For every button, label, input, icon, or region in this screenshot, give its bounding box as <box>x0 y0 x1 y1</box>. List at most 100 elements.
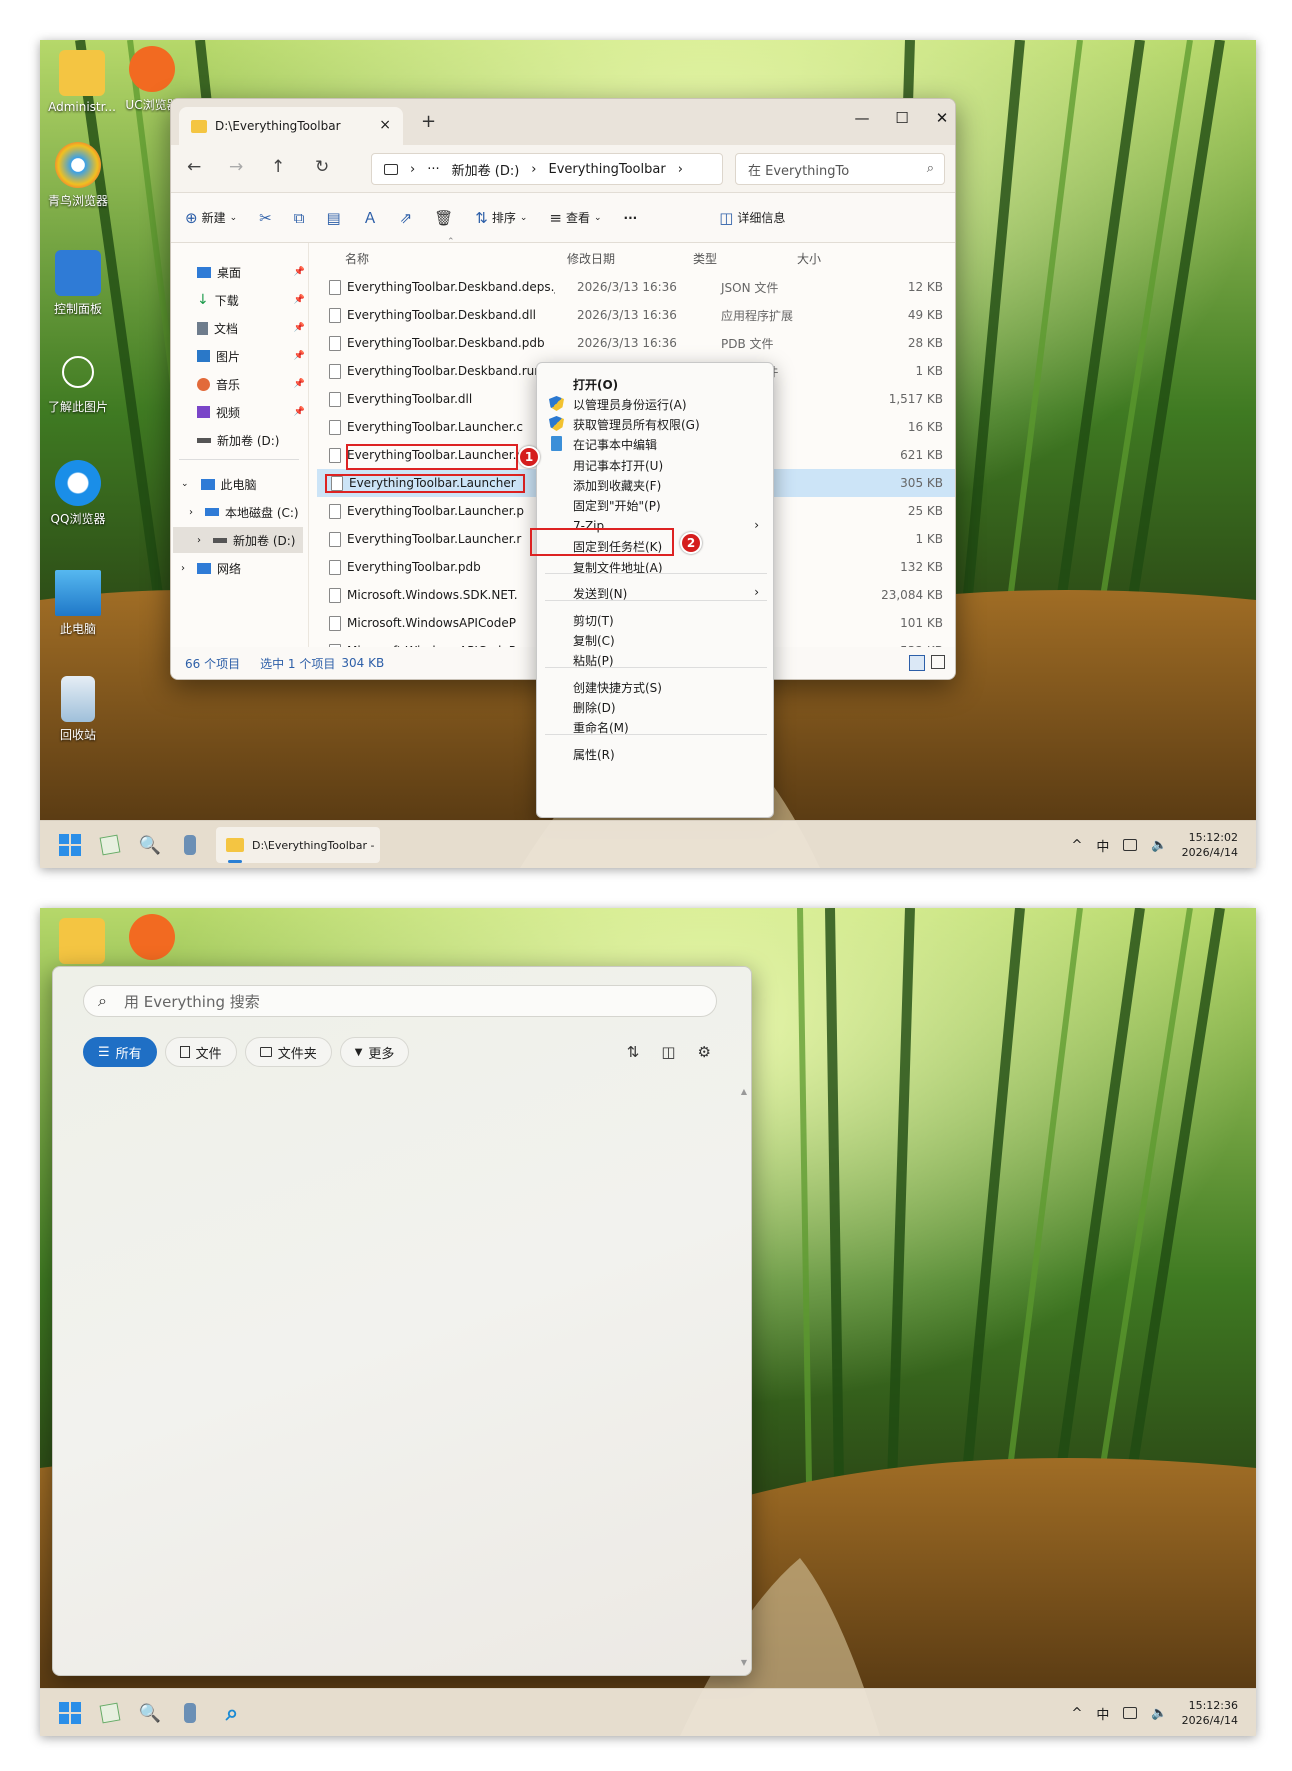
gear-icon[interactable]: ⚙ <box>698 1043 711 1061</box>
explorer-tab[interactable]: D:\EverythingToolbar × <box>179 107 403 145</box>
paste-button[interactable]: ▤ <box>326 209 340 227</box>
pin-icon: 📌 <box>293 267 305 277</box>
view-button[interactable]: ≡ 查看 ⌄ <box>549 209 601 227</box>
tab-close-button[interactable]: × <box>379 117 391 133</box>
clock[interactable]: 15:12:36 2026/4/14 <box>1182 1698 1238 1728</box>
taskbar-explorer-window[interactable]: D:\EverythingToolbar - <box>216 827 380 863</box>
desktop-icon-uc-browser[interactable] <box>114 914 190 964</box>
context-menu-item[interactable]: 属性(R) <box>537 743 773 765</box>
more-options-button[interactable]: ··· <box>624 211 638 225</box>
context-menu-item[interactable]: 在记事本中编辑 <box>537 433 773 455</box>
desktop-icon-learn-image[interactable]: 了解此图片 <box>40 356 116 415</box>
context-menu-item[interactable]: 剪切(T) <box>537 609 773 631</box>
forward-arrow-icon[interactable]: → <box>229 157 243 177</box>
details-view-icon[interactable] <box>909 655 925 671</box>
table-row[interactable]: EverythingToolbar.Deskband.dll 2026/3/13 … <box>317 301 955 329</box>
volume-icon[interactable]: 🔈 <box>1151 838 1167 853</box>
rename-button[interactable]: Ａ <box>363 207 378 228</box>
sidebar-item-drive-c[interactable]: › 本地磁盘 (C:) <box>189 499 307 525</box>
filter-more[interactable]: ▼ 更多 <box>339 1037 410 1067</box>
ime-indicator[interactable]: 中 <box>1096 836 1109 855</box>
share-button[interactable]: ⇗ <box>400 209 413 227</box>
desktop-icon-recycle-bin[interactable]: 回收站 <box>40 676 116 743</box>
scroll-up-icon[interactable]: ▲ <box>741 1087 747 1096</box>
sidebar-item-this-pc[interactable]: ⌄ 此电脑 <box>181 471 301 497</box>
address-input[interactable]: › ··· 新加卷 (D:) › EverythingToolbar › <box>371 153 723 185</box>
desktop-icon-admin-folder[interactable]: Administr... <box>44 50 120 114</box>
context-menu-item[interactable]: 删除(D) <box>537 696 773 718</box>
desktop-icon-control-panel[interactable]: 控制面板 <box>40 250 116 317</box>
start-button[interactable] <box>54 1697 86 1729</box>
context-menu-item[interactable]: 创建快捷方式(S) <box>537 676 773 698</box>
ime-indicator[interactable]: 中 <box>1096 1704 1109 1723</box>
sort-button[interactable]: ⇅ 排序 ⌄ <box>475 209 527 227</box>
preview-pane-icon[interactable]: ◫ <box>661 1043 675 1061</box>
minimize-button[interactable]: — <box>847 109 877 127</box>
scroll-down-icon[interactable]: ▼ <box>741 1658 747 1667</box>
tiles-view-icon[interactable] <box>931 655 945 669</box>
context-menu-item[interactable]: 获取管理员所有权限(G) <box>537 413 773 435</box>
breadcrumb-drive[interactable]: 新加卷 (D:) <box>452 160 520 179</box>
context-menu-item[interactable]: 复制(C) <box>537 629 773 651</box>
clock[interactable]: 15:12:02 2026/4/14 <box>1182 830 1238 860</box>
delete-button[interactable]: 🗑 <box>434 209 453 227</box>
copy-button[interactable]: ⧉ <box>294 209 305 227</box>
everything-search-input[interactable]: ⌕ 用 Everything 搜索 <box>83 985 717 1017</box>
show-hidden-icons-button[interactable]: ^ <box>1071 838 1082 853</box>
breadcrumb-folder[interactable]: EverythingToolbar <box>548 162 665 177</box>
scissors-icon: ✂ <box>259 208 272 227</box>
breadcrumb-more[interactable]: ··· <box>427 162 439 177</box>
context-menu-item[interactable]: 打开(O) <box>537 373 773 395</box>
network-icon[interactable] <box>1123 839 1138 851</box>
column-size[interactable]: 大小 <box>797 250 821 267</box>
refresh-icon[interactable]: ↻ <box>315 157 329 177</box>
new-tab-button[interactable]: + <box>421 111 436 132</box>
table-row[interactable]: EverythingToolbar.Deskband.pdb 2026/3/13 … <box>317 329 955 357</box>
close-button[interactable]: ✕ <box>927 109 955 127</box>
filter-files[interactable]: 文件 <box>164 1037 237 1067</box>
sidebar-item-documents[interactable]: 文档 📌 <box>197 315 305 341</box>
taskbar-search[interactable]: 🔍 <box>134 829 166 861</box>
network-icon[interactable] <box>1123 1707 1138 1719</box>
taskbar-app-tool[interactable] <box>94 829 126 861</box>
cut-button[interactable]: ✂ <box>259 209 272 227</box>
sidebar-item-downloads[interactable]: ↓ 下载 📌 <box>197 287 305 313</box>
filter-all[interactable]: ☰ 所有 <box>83 1037 157 1067</box>
taskbar-app-cleaner[interactable] <box>174 1697 206 1729</box>
desktop-icon-this-pc[interactable]: 此电脑 <box>40 570 116 637</box>
sidebar-item-drive-d-quick[interactable]: 新加卷 (D:) <box>197 427 297 453</box>
show-hidden-icons-button[interactable]: ^ <box>1071 1706 1082 1721</box>
taskbar-app-cleaner[interactable] <box>174 829 206 861</box>
desktop-icon-qingniao-browser[interactable]: 青鸟浏览器 <box>40 142 116 209</box>
sidebar-item-drive-d[interactable]: › 新加卷 (D:) <box>173 527 303 553</box>
taskbar-everything-toolbar[interactable]: ⌕ <box>216 1697 248 1729</box>
filter-folders[interactable]: 文件夹 <box>244 1037 332 1067</box>
table-row[interactable]: EverythingToolbar.Deskband.deps.js... 202… <box>317 273 955 301</box>
column-date[interactable]: 修改日期 <box>567 250 615 267</box>
sort-icon[interactable]: ⇅ <box>627 1043 640 1061</box>
sidebar-item-pictures[interactable]: 图片 📌 <box>197 343 305 369</box>
explorer-search-input[interactable]: 在 EverythingTo ⌕ <box>735 153 945 185</box>
details-pane-button[interactable]: ◫ 详细信息 <box>719 209 785 227</box>
column-type[interactable]: 类型 <box>693 250 717 267</box>
start-button[interactable] <box>54 829 86 861</box>
sidebar-item-videos[interactable]: 视频 📌 <box>197 399 305 425</box>
context-menu-item[interactable]: 复制文件地址(A) <box>537 556 773 578</box>
sidebar-item-music[interactable]: 音乐 📌 <box>197 371 305 397</box>
maximize-button[interactable]: ☐ <box>887 109 917 127</box>
new-button[interactable]: ⊕ 新建 ⌄ <box>185 209 237 227</box>
back-arrow-icon[interactable]: ← <box>187 157 201 177</box>
context-menu-item[interactable]: 添加到收藏夹(F) <box>537 474 773 496</box>
sidebar-item-desktop[interactable]: 桌面 📌 <box>197 259 305 285</box>
desktop-icon-admin-folder[interactable] <box>44 918 120 968</box>
sidebar-item-network[interactable]: › 网络 <box>181 555 301 581</box>
taskbar-app-tool[interactable] <box>94 1697 126 1729</box>
column-name[interactable]: 名称 <box>345 250 369 267</box>
taskbar-search[interactable]: 🔍 <box>134 1697 166 1729</box>
context-menu-item[interactable]: 用记事本打开(U) <box>537 454 773 476</box>
context-menu-item[interactable]: 以管理员身份运行(A) <box>537 393 773 415</box>
context-menu-item[interactable]: 固定到"开始"(P) <box>537 494 773 516</box>
desktop-icon-qq-browser[interactable]: QQ浏览器 <box>40 460 116 527</box>
up-arrow-icon[interactable]: ↑ <box>271 157 285 177</box>
volume-icon[interactable]: 🔈 <box>1151 1706 1167 1721</box>
